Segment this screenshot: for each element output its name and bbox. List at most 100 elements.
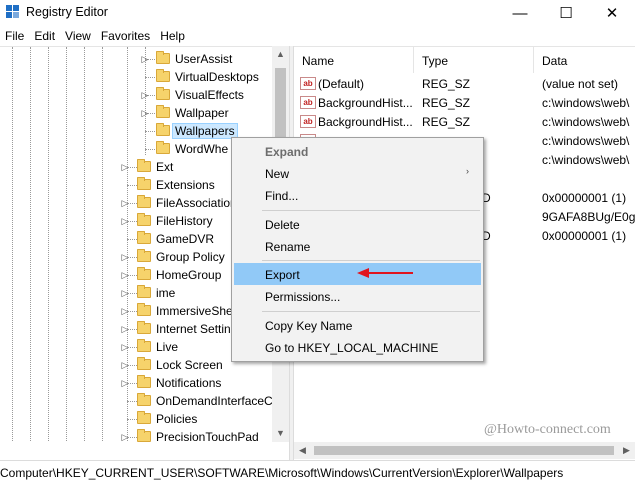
title-bar: Registry Editor — ☐ ✕ [0,0,635,26]
folder-icon [137,411,151,424]
menu-separator [262,210,480,211]
tree-item-label-selected: Wallpapers [172,123,238,139]
string-value-icon: ab [300,77,316,90]
folder-icon [137,375,151,388]
context-menu-rename[interactable]: Rename [234,235,481,257]
value-data: c:\windows\web\ [542,134,630,148]
tree-item-label: WordWhe [175,142,229,156]
column-header-data[interactable]: Data [534,47,635,73]
tree-item-label: VirtualDesktops [175,70,259,84]
folder-icon [156,87,170,100]
value-name: BackgroundHist... [318,96,413,110]
folder-icon [137,267,151,280]
tree-item-label: Lock Screen [156,358,223,372]
folder-icon [137,357,151,370]
folder-icon [137,195,151,208]
maximize-button[interactable]: ☐ [543,0,589,26]
tree-item-label: ImmersiveShe [156,304,233,318]
menu-help[interactable]: Help [155,26,190,46]
menu-separator [262,311,480,312]
values-horizontal-scrollbar[interactable]: ◀ ▶ [294,442,635,459]
column-header-type[interactable]: Type [414,47,534,73]
minimize-button[interactable]: — [497,0,543,26]
folder-icon [137,303,151,316]
folder-icon [137,249,151,262]
context-menu-copy-key-name[interactable]: Copy Key Name [234,314,481,336]
tree-item-label: VisualEffects [175,88,244,102]
context-menu-delete[interactable]: Delete [234,213,481,235]
scroll-left-icon[interactable]: ◀ [294,442,311,459]
tree-item-label: FileHistory [156,214,213,228]
context-menu-permissions[interactable]: Permissions... [234,285,481,307]
tree-item-wallpaper[interactable]: ▷ Wallpaper [0,104,289,122]
expand-arrow-icon[interactable]: ▷ [120,430,130,442]
context-menu-go-to-hklm[interactable]: Go to HKEY_LOCAL_MACHINE [234,336,481,358]
context-menu-expand[interactable]: Expand [234,140,481,162]
string-value-icon: ab [300,96,316,109]
tree-item-label: PrecisionTouchPad [156,430,259,442]
context-menu-find[interactable]: Find... [234,184,481,206]
value-data: (value not set) [542,77,619,91]
tree-item-virtualdesktops[interactable]: VirtualDesktops [0,68,289,86]
context-menu-new-label: New [265,167,290,181]
tree-item-precisiontouchpad[interactable]: ▷ PrecisionTouchPad [0,428,289,442]
scroll-down-icon[interactable]: ▼ [272,425,289,442]
tree-item-policies[interactable]: Policies [0,410,289,428]
column-header-name[interactable]: Name [294,47,414,73]
annotation-arrow-icon [357,268,413,278]
value-name: (Default) [318,77,365,91]
folder-icon [156,141,170,154]
scroll-thumb[interactable] [314,446,614,455]
value-row[interactable]: ab BackgroundHist... REG_SZ c:\windows\w… [294,93,635,112]
tree-item-notifications[interactable]: ▷ Notifications [0,374,289,392]
tree-item-label: Policies [156,412,198,426]
string-value-icon: ab [300,115,316,128]
tree-item-label: FileAssociation [156,196,237,210]
tree-item-visualeffects[interactable]: ▷ VisualEffects [0,86,289,104]
submenu-arrow-icon: › [466,166,469,176]
value-name: BackgroundHist... [318,115,413,129]
status-bar-path: Computer\HKEY_CURRENT_USER\SOFTWARE\Micr… [0,460,635,485]
folder-icon [137,177,151,190]
tree-item-label: HomeGroup [156,268,222,282]
context-menu-new[interactable]: New › [234,162,481,184]
tree-item-label: OnDemandInterfaceC [156,394,273,408]
folder-icon [137,339,151,352]
folder-icon [137,231,151,244]
menu-file[interactable]: File [0,26,29,46]
folder-icon [156,51,170,64]
tree-item-label: UserAssist [175,52,233,66]
scroll-up-icon[interactable]: ▲ [272,46,289,63]
menu-favorites[interactable]: Favorites [96,26,155,46]
tree-item-label: Internet Settin [156,322,231,336]
tree-item-label: Extensions [156,178,215,192]
tree-item-ondemandinterfacecache[interactable]: OnDemandInterfaceC [0,392,289,410]
value-data: 9GAFA8BUg/E0gc [542,210,635,224]
value-data: c:\windows\web\ [542,153,630,167]
tree-item-label: Ext [156,160,174,174]
folder-icon [137,321,151,334]
value-data: 0x00000001 (1) [542,191,627,205]
folder-icon [137,213,151,226]
folder-icon [156,69,170,82]
folder-icon [137,429,151,442]
tree-item-label: GameDVR [156,232,215,246]
folder-icon [156,123,170,136]
folder-icon [137,285,151,298]
menu-edit[interactable]: Edit [29,26,60,46]
tree-item-label: Live [156,340,179,354]
menu-view[interactable]: View [60,26,96,46]
context-menu: Expand New › Find... Delete Rename Expor… [231,137,484,362]
tree-item-userassist[interactable]: ▷ UserAssist [0,50,289,68]
value-type: REG_SZ [422,96,471,110]
close-button[interactable]: ✕ [589,0,635,26]
scroll-right-icon[interactable]: ▶ [618,442,635,459]
value-type: REG_SZ [422,77,471,91]
value-row[interactable]: ab BackgroundHist... REG_SZ c:\windows\w… [294,112,635,131]
watermark: @Howto-connect.com [484,422,611,437]
menu-bar: File Edit View Favorites Help [0,26,635,46]
registry-editor-icon [6,5,20,19]
value-row[interactable]: ab (Default) REG_SZ (value not set) [294,74,635,93]
folder-icon [137,159,151,172]
tree-item-label: Notifications [156,376,222,390]
